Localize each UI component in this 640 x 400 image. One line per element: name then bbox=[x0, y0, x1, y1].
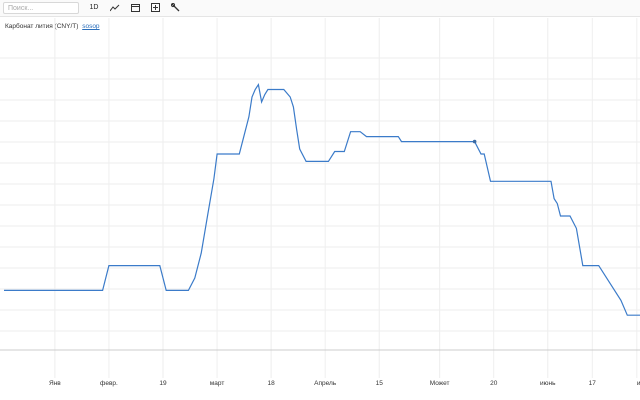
x-tick-label: 18 bbox=[268, 380, 276, 387]
x-tick-label: 15 bbox=[376, 380, 384, 387]
x-tick-label: июнь bbox=[540, 380, 556, 387]
price-chart[interactable]: Янвфевр.19март18Апрель15Может20июнь17ию bbox=[0, 0, 640, 400]
price-marker bbox=[472, 139, 477, 144]
x-tick-label: 17 bbox=[589, 380, 597, 387]
x-tick-label: Янв bbox=[49, 380, 61, 387]
x-tick-label: Может bbox=[430, 380, 450, 387]
x-tick-label: 20 bbox=[490, 380, 498, 387]
x-tick-label: Апрель bbox=[314, 380, 337, 387]
x-axis-ticks: Янвфевр.19март18Апрель15Может20июнь17ию bbox=[49, 380, 640, 387]
x-tick-label: март bbox=[210, 380, 225, 387]
chart-grid bbox=[0, 18, 640, 378]
price-line-series bbox=[4, 83, 640, 316]
x-tick-label: февр. bbox=[100, 380, 118, 387]
x-tick-label: 19 bbox=[159, 380, 167, 387]
